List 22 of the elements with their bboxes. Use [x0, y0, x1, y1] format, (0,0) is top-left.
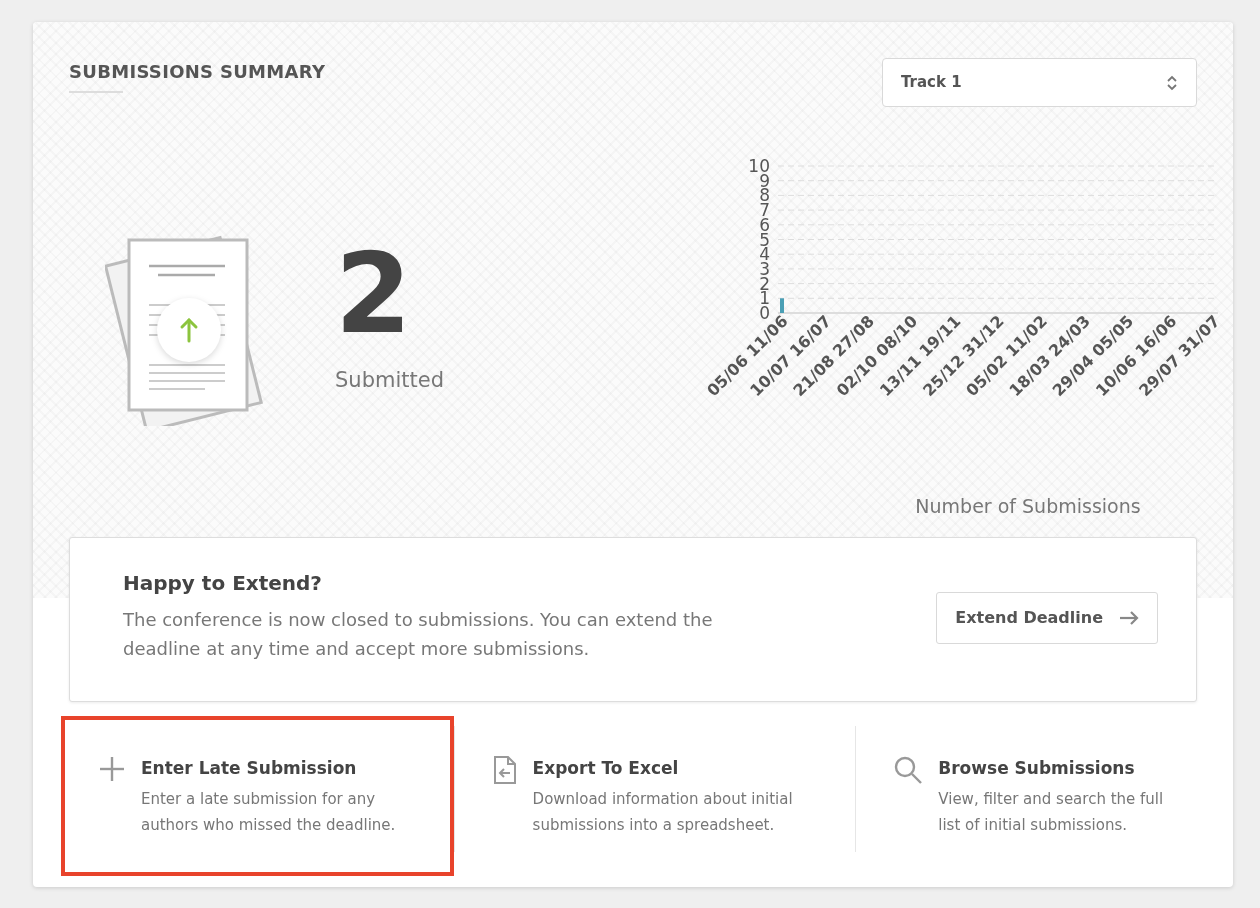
- search-icon: [894, 756, 923, 784]
- action-description: Enter a late submission for any authors who missed the deadline.: [141, 788, 397, 836]
- action-item[interactable]: Browse Submissions View, filter and search the full list of initial submissions.: [856, 716, 1203, 876]
- section-title: SUBMISSIONS SUMMARY: [69, 60, 326, 84]
- file-export-icon: [492, 756, 517, 784]
- action-title: Browse Submissions: [938, 757, 1136, 780]
- action-item[interactable]: Enter Late Submission Enter a late submission for any authors who missed the deadline.: [61, 716, 454, 876]
- track-select[interactable]: Track 1: [882, 58, 1197, 107]
- axis-title: Number of Submissions: [915, 495, 1141, 517]
- action-description: View, filter and search the full list of initial submissions.: [938, 788, 1165, 836]
- notice-text: The conference is now closed to submissions. You can extend the deadline at any time and accept more submissions.: [123, 608, 714, 661]
- chevron-up-down-icon: [1166, 73, 1178, 92]
- action-title: Export To Excel: [532, 757, 680, 780]
- extend-deadline-button[interactable]: Extend Deadline: [936, 592, 1158, 644]
- notice-title: Happy to Extend?: [123, 570, 323, 597]
- action-title: Enter Late Submission: [141, 757, 358, 780]
- action-description: Download information about initial submissions into a spreadsheet.: [532, 788, 794, 836]
- submitted-label: Submitted: [335, 367, 444, 395]
- submission-count: 2: [335, 239, 413, 350]
- arrow-right-icon: [1119, 611, 1139, 625]
- action-item[interactable]: Export To Excel Download information about initial submissions into a spreadsheet.: [454, 716, 856, 876]
- plus-icon: [99, 756, 125, 782]
